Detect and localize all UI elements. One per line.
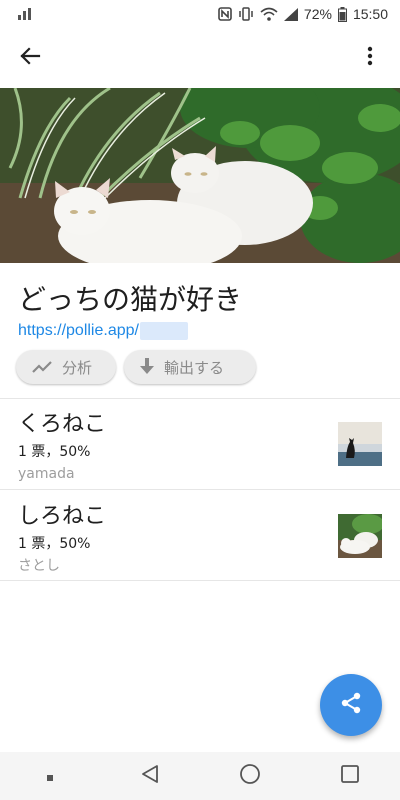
poll-actions: 分析 輸出する xyxy=(16,350,256,384)
cell-signal-icon xyxy=(283,7,298,21)
option-thumbnail xyxy=(338,422,382,466)
nav-overview-button[interactable] xyxy=(326,752,374,800)
divider xyxy=(0,580,400,581)
share-icon xyxy=(339,691,363,719)
option-label: くろねこ xyxy=(18,412,107,437)
arrow-back-icon xyxy=(19,45,41,71)
vibrate-icon xyxy=(238,7,254,21)
wifi-icon xyxy=(260,7,278,21)
trending-up-icon xyxy=(32,360,52,374)
share-button[interactable] xyxy=(320,674,382,736)
nav-recent-dot-button[interactable] xyxy=(26,752,74,800)
home-circle-icon xyxy=(239,763,261,789)
option-voter: yamada xyxy=(18,466,75,482)
divider xyxy=(0,489,400,490)
nav-back-button[interactable] xyxy=(126,752,174,800)
poll-option[interactable]: しろねこ 1 票，50% さとし xyxy=(0,492,400,582)
poll-title: どっちの猫が好き xyxy=(18,283,243,316)
option-thumbnail xyxy=(338,514,382,558)
redacted-link-suffix xyxy=(139,322,188,340)
poll-option[interactable]: くろねこ 1 票，50% yamada xyxy=(0,400,400,490)
poll-header: どっちの猫が好き https://pollie.app/ xyxy=(18,280,382,340)
export-button[interactable]: 輸出する xyxy=(124,350,256,384)
export-label: 輸出する xyxy=(164,358,225,377)
overview-square-icon xyxy=(340,764,360,788)
analyze-label: 分析 xyxy=(62,358,93,377)
battery-icon xyxy=(337,6,347,22)
system-nav-bar xyxy=(0,752,400,800)
nfc-icon xyxy=(218,7,232,21)
download-arrow-icon xyxy=(140,358,154,376)
option-stats: 1 票，50% xyxy=(18,444,91,460)
nav-home-button[interactable] xyxy=(226,752,274,800)
poll-link[interactable]: https://pollie.app/ xyxy=(18,322,139,340)
battery-percent: 72% xyxy=(303,6,332,22)
analyze-button[interactable]: 分析 xyxy=(16,350,116,384)
back-button[interactable] xyxy=(8,36,52,80)
divider xyxy=(0,398,400,399)
app-bar xyxy=(0,28,400,88)
option-stats: 1 票，50% xyxy=(18,536,91,552)
status-bar: 72% 15:50 xyxy=(0,0,400,28)
clock: 15:50 xyxy=(352,6,388,22)
more-vert-icon xyxy=(367,46,373,70)
option-label: しろねこ xyxy=(18,504,107,529)
poll-cover-image xyxy=(0,88,400,263)
poll-link-row: https://pollie.app/ xyxy=(18,322,382,340)
recent-dot-icon xyxy=(46,767,54,786)
signal-bars-icon xyxy=(18,8,32,20)
more-options-button[interactable] xyxy=(348,36,392,80)
option-voter: さとし xyxy=(18,558,60,574)
back-triangle-icon xyxy=(141,764,159,788)
